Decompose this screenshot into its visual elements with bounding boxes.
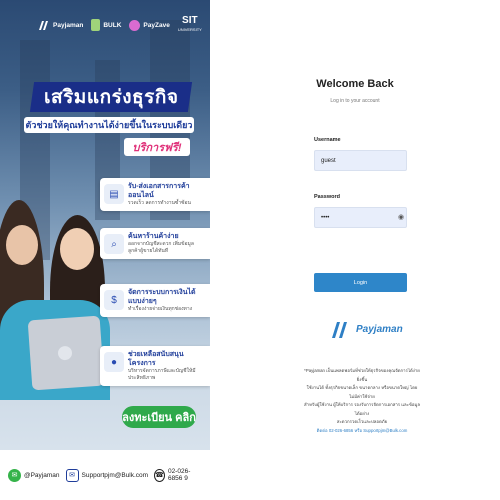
phone-contact[interactable]: ☎ 02-026-6856 9 [154,468,202,482]
note-line: สะดวกรวดเร็วและปลอดภัย [336,419,388,424]
logo-label: Payjaman [53,21,84,29]
line-id: @Payjaman [24,471,60,479]
page: Payjaman BULK PayZave SIT UNIVERSITY เสร… [0,0,500,500]
password-field[interactable] [314,207,407,228]
page-subtitle: Log in to your account [330,98,380,104]
note-contact-line[interactable]: ติดต่อ 02-026-6856 หรือ Supportpjm@Bulk.… [304,427,420,436]
document-icon: ▤ [104,184,124,204]
partner-logos: Payjaman BULK PayZave SIT UNIVERSITY [38,16,204,34]
laptop-illustration [27,315,105,391]
phone-icon: ☎ [154,468,165,482]
show-password-icon[interactable]: ◉ [398,213,404,221]
feature-desc: บริหารจัดการภาษีและบัญชีให้มีประสิทธิภาพ [128,368,196,381]
search-icon: ⌕ [104,234,124,254]
banner-subline: ตัวช่วยให้คุณทำงานได้ง่ายขึ้นในระบบเดียว [24,117,194,133]
line-contact[interactable]: ✉ @Payjaman [8,468,60,482]
feature-title: รับ-ส่งเอกสารการค้าออนไลน์ [128,183,190,199]
payjaman-logo-icon [39,21,48,30]
feature-desc: ทำเรื่องง่ายจ่ายเงินทุกช่องทาง [128,306,193,312]
login-panel: Welcome Back Log in to your account User… [210,0,500,500]
brand-name: Payjaman [356,323,403,335]
contact-bar: ✉ @Payjaman ✉ Supportpjm@Bulk.com ☎ 02-0… [0,450,210,500]
promo-banner: Payjaman BULK PayZave SIT UNIVERSITY เสร… [0,0,210,500]
feature-desc: รวดเร็ว ลดการทำงานซ้ำซ้อน [128,200,191,206]
email-address: Supportpjm@Bulk.com [81,471,149,479]
feature-card: ● ช่วยเหลือสนับสนุนโครงการ บริหารจัดการภ… [100,346,210,386]
feature-title: จัดการระบบการเงินได้แบบง่ายๆ [128,289,196,305]
payjaman-logo-icon [332,322,347,338]
payjaman-brand: Payjaman [330,318,403,340]
page-title: Welcome Back [316,78,394,90]
mail-icon: ✉ [65,468,79,482]
logo-label: BULK [103,21,122,29]
note-line: *Payjaman เป็นแพลตฟอร์มที่ช่วยให้ธุรกิจข… [304,368,420,382]
payzave-logo: PayZave [129,19,170,31]
info-note: *Payjaman เป็นแพลตฟอร์มที่ช่วยให้ธุรกิจข… [304,367,420,435]
password-label: Password [314,194,340,200]
feature-card: ⌕ ค้นหาร้านค้าง่าย ออกจากบัญชีสะดวก เพิ่… [100,228,210,259]
email-contact[interactable]: ✉ Supportpjm@Bulk.com [65,468,149,482]
logo-sublabel: UNIVERSITY [177,27,202,32]
logo-label: PayZave [143,21,170,29]
username-field[interactable] [314,150,407,171]
person-face [60,228,94,270]
note-line: ใช้งานได้ ทั้งธุรกิจขนาดเล็ก ขนาดกลาง หร… [306,385,418,399]
bulk-logo-icon [91,19,101,31]
headline-text: เสริมแกร่งธุรกิจ [43,87,179,108]
login-button[interactable]: Login [314,273,407,292]
register-button[interactable]: ลงทะเบียน คลิก [122,406,196,428]
line-icon: ✉ [8,468,21,482]
payjaman-logo: Payjaman [38,19,83,31]
payzave-logo-icon [129,19,141,31]
free-badge: บริการฟรี! [124,138,190,156]
feature-card: ▤ รับ-ส่งเอกสารการค้าออนไลน์ รวดเร็ว ลดก… [100,178,210,211]
feature-title: ค้นหาร้านค้าง่าย [128,233,179,240]
bulk-logo: BULK [91,19,121,31]
piggy-bank-icon: ● [104,352,124,372]
payment-icon: $ [104,290,124,310]
feature-desc: ออกจากบัญชีสะดวก เพิ่มข้อมูลลูกค้าผู้ขาย… [128,241,194,254]
banner-headline: เสริมแกร่งธุรกิจ [29,82,193,112]
username-label: Username [314,137,341,143]
person-face [6,225,38,265]
feature-card: $ จัดการระบบการเงินได้แบบง่ายๆ ทำเรื่องง… [100,284,210,317]
sit-logo: SIT UNIVERSITY [178,16,202,34]
note-line: สำหรับผู้ใช้งาน ผู้ให้บริการ รองรับการจั… [304,402,420,416]
feature-title: ช่วยเหลือสนับสนุนโครงการ [128,351,184,367]
phone-number: 02-026-6856 9 [167,468,191,482]
